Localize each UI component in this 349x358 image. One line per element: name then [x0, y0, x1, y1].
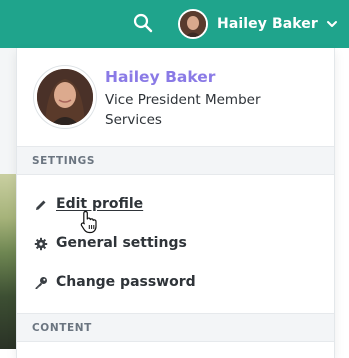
content-section-header: CONTENT — [17, 313, 334, 342]
key-icon — [35, 277, 47, 289]
profile-header: Hailey Baker Vice President Member Servi… — [17, 48, 334, 146]
menu-item-label: Edit profile — [56, 196, 144, 212]
menu-item-label: General settings — [56, 235, 187, 251]
profile-job-title: Vice President Member Services — [105, 92, 261, 128]
profile-name: Hailey Baker — [105, 68, 216, 86]
chevron-down-icon — [326, 21, 337, 27]
background-page — [0, 48, 16, 174]
user-dropdown-menu: Hailey Baker Vice President Member Servi… — [16, 48, 335, 358]
general-settings-item[interactable]: General settings — [17, 227, 334, 261]
pencil-icon — [36, 200, 46, 210]
gear-icon — [34, 237, 48, 251]
menu-item-label: Change password — [56, 274, 196, 290]
search-icon — [133, 13, 153, 33]
user-menu-toggle[interactable]: Hailey Baker — [178, 7, 338, 41]
avatar — [178, 9, 208, 39]
background-image — [0, 174, 16, 349]
section-label: CONTENT — [32, 322, 92, 334]
settings-section-header: SETTINGS — [17, 146, 334, 175]
section-label: SETTINGS — [32, 155, 95, 167]
user-name: Hailey Baker — [217, 16, 318, 32]
edit-profile-item[interactable]: Edit profile — [17, 188, 334, 222]
top-nav-bar: Hailey Baker — [0, 0, 349, 48]
profile-avatar — [34, 66, 96, 128]
change-password-item[interactable]: Change password — [17, 266, 334, 300]
search-button[interactable] — [132, 12, 154, 34]
